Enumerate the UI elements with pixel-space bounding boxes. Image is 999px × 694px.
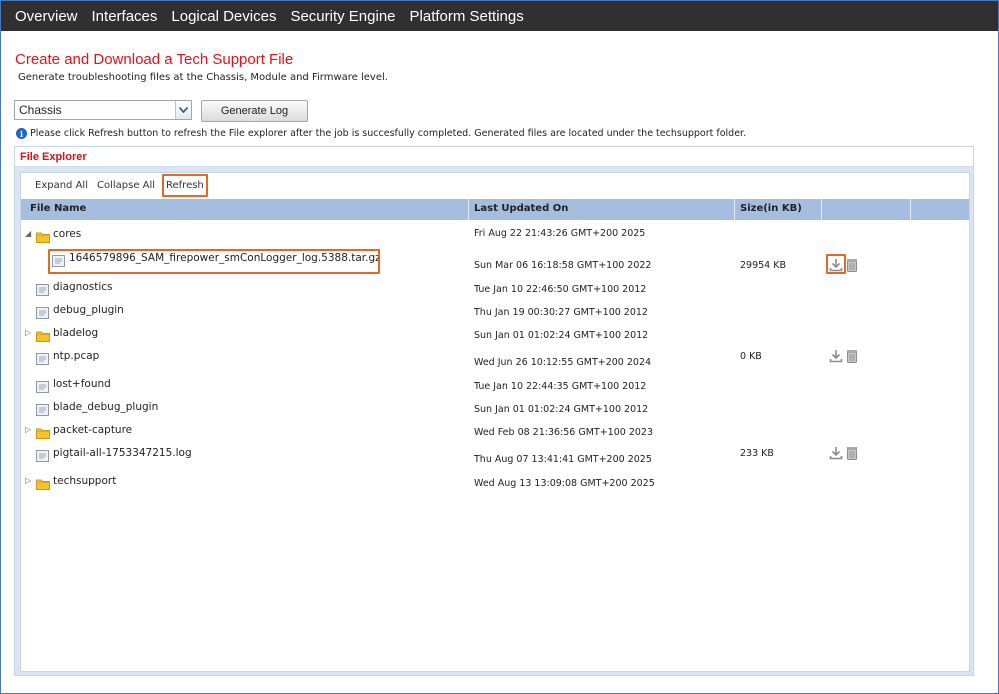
expand-all-button[interactable]: Expand All [35,180,88,191]
last-updated: Wed Feb 08 21:36:56 GMT+100 2023 [474,427,654,438]
file-explorer-body: Expand All Collapse All Refresh File Nam… [20,172,970,672]
collapse-arrow-icon[interactable]: ◢ [25,229,31,238]
page-title: Create and Download a Tech Support File [15,51,294,68]
folder-icon [36,475,50,490]
info-message: i Please click Refresh button to refresh… [16,128,746,139]
explorer-toolbar: Expand All Collapse All Refresh [21,173,969,199]
table-header: File Name Last Updated On Size(in KB) [21,199,969,220]
download-icon[interactable] [829,445,843,460]
file-icon [36,447,50,462]
level-select-value: Chassis [19,103,62,117]
file-name[interactable]: debug_plugin [53,304,124,316]
file-name[interactable]: lost+found [53,378,111,390]
table-row[interactable]: blade_debug_plugin Sun Jan 01 01:02:24 GM… [21,399,969,421]
file-icon [36,401,50,416]
file-name[interactable]: bladelog [53,327,98,339]
level-select[interactable]: Chassis [14,100,192,120]
top-nav: Overview Interfaces Logical Devices Secu… [1,1,998,31]
file-highlight [48,249,380,274]
nav-logical-devices[interactable]: Logical Devices [171,8,276,25]
info-text: Please click Refresh button to refresh t… [30,128,747,139]
file-size: 29954 KB [740,260,786,271]
file-icon [36,350,50,365]
download-icon[interactable] [829,348,843,363]
delete-icon[interactable] [846,348,860,363]
table-row[interactable]: ntp.pcap Wed Jun 26 10:12:55 GMT+200 2024… [21,348,969,370]
file-name[interactable]: blade_debug_plugin [53,401,158,413]
chevron-down-icon[interactable] [175,101,191,119]
table-row[interactable]: diagnostics Tue Jan 10 22:46:50 GMT+100 2… [21,279,969,301]
table-row[interactable]: 1646579896_SAM_firepower_smConLogger_log… [21,249,969,274]
col-file-name[interactable]: File Name [30,203,86,214]
file-explorer-title: File Explorer [20,151,87,163]
last-updated: Sun Jan 01 01:02:24 GMT+100 2012 [474,404,649,415]
last-updated: Thu Aug 07 13:41:41 GMT+200 2025 [474,454,652,465]
file-size: 0 KB [740,351,762,362]
info-icon: i [16,128,27,139]
table-row[interactable]: ▷ bladelog Sun Jan 01 01:02:24 GMT+100 201… [21,325,969,347]
last-updated: Wed Jun 26 10:12:55 GMT+200 2024 [474,357,652,368]
file-size: 233 KB [740,448,774,459]
last-updated: Sun Mar 06 16:18:58 GMT+100 2022 [474,260,652,271]
collapse-all-button[interactable]: Collapse All [97,180,155,191]
page-subtitle: Generate troubleshooting files at the Ch… [18,72,388,83]
col-size[interactable]: Size(in KB) [740,203,802,214]
last-updated: Wed Aug 13 13:09:08 GMT+200 2025 [474,478,655,489]
folder-icon [36,327,50,342]
file-name[interactable]: packet-capture [53,424,132,436]
table-row[interactable]: ▷ packet-capture Wed Feb 08 21:36:56 GMT+1… [21,422,969,444]
expand-arrow-icon[interactable]: ▷ [25,476,31,485]
last-updated: Tue Jan 10 22:46:50 GMT+100 2012 [474,284,647,295]
file-name[interactable]: diagnostics [53,281,113,293]
table-row[interactable]: pigtail-all-1753347215.log Thu Aug 07 13:… [21,445,969,467]
delete-icon[interactable] [846,257,860,272]
column-divider [468,199,469,220]
last-updated: Tue Jan 10 22:44:35 GMT+100 2012 [474,381,647,392]
folder-icon [36,228,50,243]
refresh-highlight [162,174,208,197]
last-updated: Sun Jan 01 01:02:24 GMT+100 2012 [474,330,649,341]
nav-overview[interactable]: Overview [15,8,78,25]
column-divider [734,199,735,220]
file-name[interactable]: cores [53,228,81,240]
file-explorer-panel: File Explorer Expand All Collapse All Re… [14,146,974,676]
file-icon [36,378,50,393]
nav-security-engine[interactable]: Security Engine [290,8,395,25]
table-row[interactable]: lost+found Tue Jan 10 22:44:35 GMT+100 20… [21,376,969,398]
file-explorer-header: File Explorer [15,147,973,167]
expand-arrow-icon[interactable]: ▷ [25,425,31,434]
last-updated: Thu Jan 19 00:30:27 GMT+100 2012 [474,307,648,318]
generate-log-button[interactable]: Generate Log [201,100,308,122]
file-icon [36,304,50,319]
nav-platform-settings[interactable]: Platform Settings [410,8,524,25]
last-updated: Fri Aug 22 21:43:26 GMT+200 2025 [474,228,646,239]
expand-arrow-icon[interactable]: ▷ [25,328,31,337]
table-row[interactable]: ▷ techsupport Wed Aug 13 13:09:08 GMT+200 … [21,473,969,495]
column-divider [910,199,911,220]
nav-interfaces[interactable]: Interfaces [92,8,158,25]
delete-icon[interactable] [846,445,860,460]
file-name[interactable]: pigtail-all-1753347215.log [53,447,192,459]
folder-icon [36,424,50,439]
download-highlight [826,254,846,274]
column-divider [821,199,822,220]
file-name[interactable]: techsupport [53,475,116,487]
table-row[interactable]: debug_plugin Thu Jan 19 00:30:27 GMT+100 … [21,302,969,324]
file-name[interactable]: ntp.pcap [53,350,99,362]
file-icon [36,281,50,296]
col-last-updated[interactable]: Last Updated On [474,203,568,214]
table-row[interactable]: ◢ cores Fri Aug 22 21:43:26 GMT+200 2025 [21,226,969,248]
